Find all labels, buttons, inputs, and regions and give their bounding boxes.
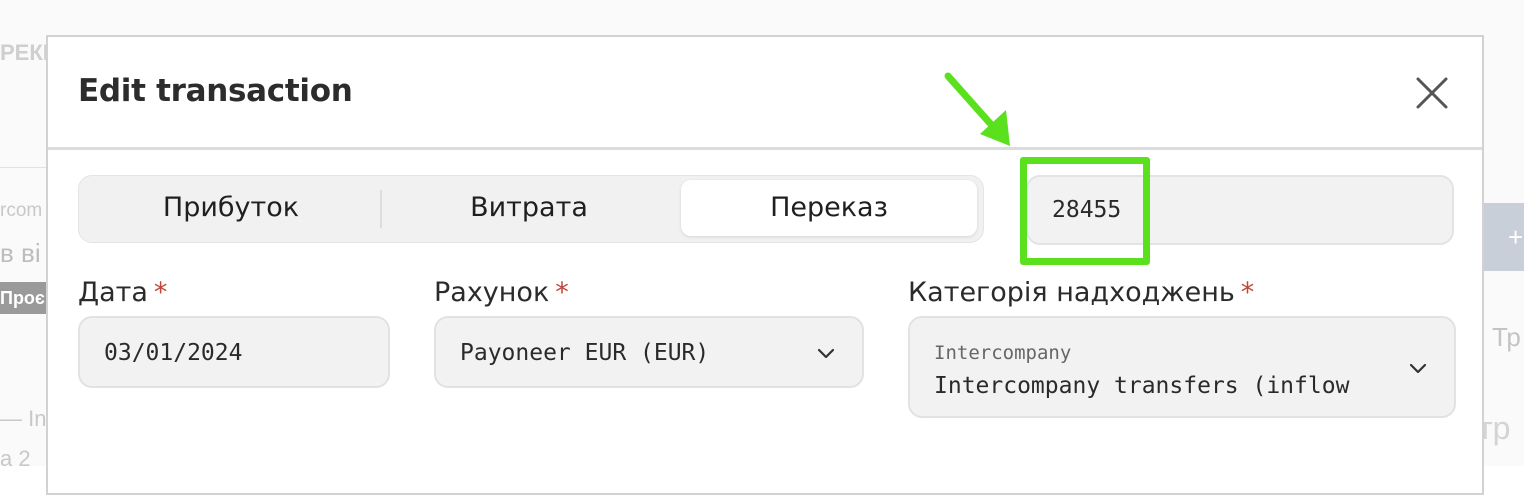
account-select[interactable]: Payoneer EUR (EUR): [434, 316, 864, 388]
modal-header: Edit transaction: [48, 37, 1482, 150]
category-select[interactable]: Intercompany Intercompany transfers (inf…: [908, 316, 1456, 418]
background-text-fragment: rcom: [0, 200, 43, 221]
background-text-fragment: а 2: [0, 446, 31, 471]
background-text-fragment: Тр: [1492, 322, 1521, 352]
category-label-text: Категорія надходжень: [908, 277, 1235, 308]
account-label: Рахунок *: [434, 277, 569, 308]
transaction-type-switcher: Прибуток Витрата Переказ: [78, 175, 984, 243]
background-divider: [0, 167, 48, 168]
close-icon: [1416, 77, 1448, 109]
date-input[interactable]: 03/01/2024: [78, 316, 390, 388]
close-button[interactable]: [1414, 75, 1450, 111]
tab-expense[interactable]: Витрата: [381, 180, 677, 236]
background-badge: Проєк: [0, 282, 48, 314]
annotation-arrow-icon: [944, 72, 1010, 146]
tab-transfer[interactable]: Переказ: [681, 180, 977, 236]
edit-transaction-modal: Edit transaction Прибуток Витрата Перека…: [46, 35, 1484, 495]
account-label-text: Рахунок: [434, 277, 550, 308]
category-value: Intercompany transfers (inflow: [934, 373, 1350, 399]
background-text-fragment: в ві: [0, 238, 41, 268]
account-value: Payoneer EUR (EUR): [460, 340, 710, 366]
tab-income[interactable]: Прибуток: [83, 180, 379, 236]
required-mark: *: [555, 277, 569, 308]
category-group-label: Intercompany: [934, 342, 1072, 364]
background-add-button: +: [1482, 203, 1524, 271]
background-text-fragment: — In: [0, 406, 47, 431]
required-mark: *: [1240, 277, 1255, 308]
chevron-down-icon: [817, 348, 835, 359]
modal-title: Edit transaction: [78, 73, 353, 109]
date-label: Дата *: [78, 277, 167, 308]
chevron-down-icon: [1409, 363, 1427, 374]
highlight-annotation-box: [1020, 157, 1150, 265]
date-label-text: Дата: [78, 277, 148, 308]
category-label: Категорія надходжень *: [908, 277, 1254, 308]
date-value: 03/01/2024: [104, 340, 243, 366]
required-mark: *: [153, 277, 168, 308]
